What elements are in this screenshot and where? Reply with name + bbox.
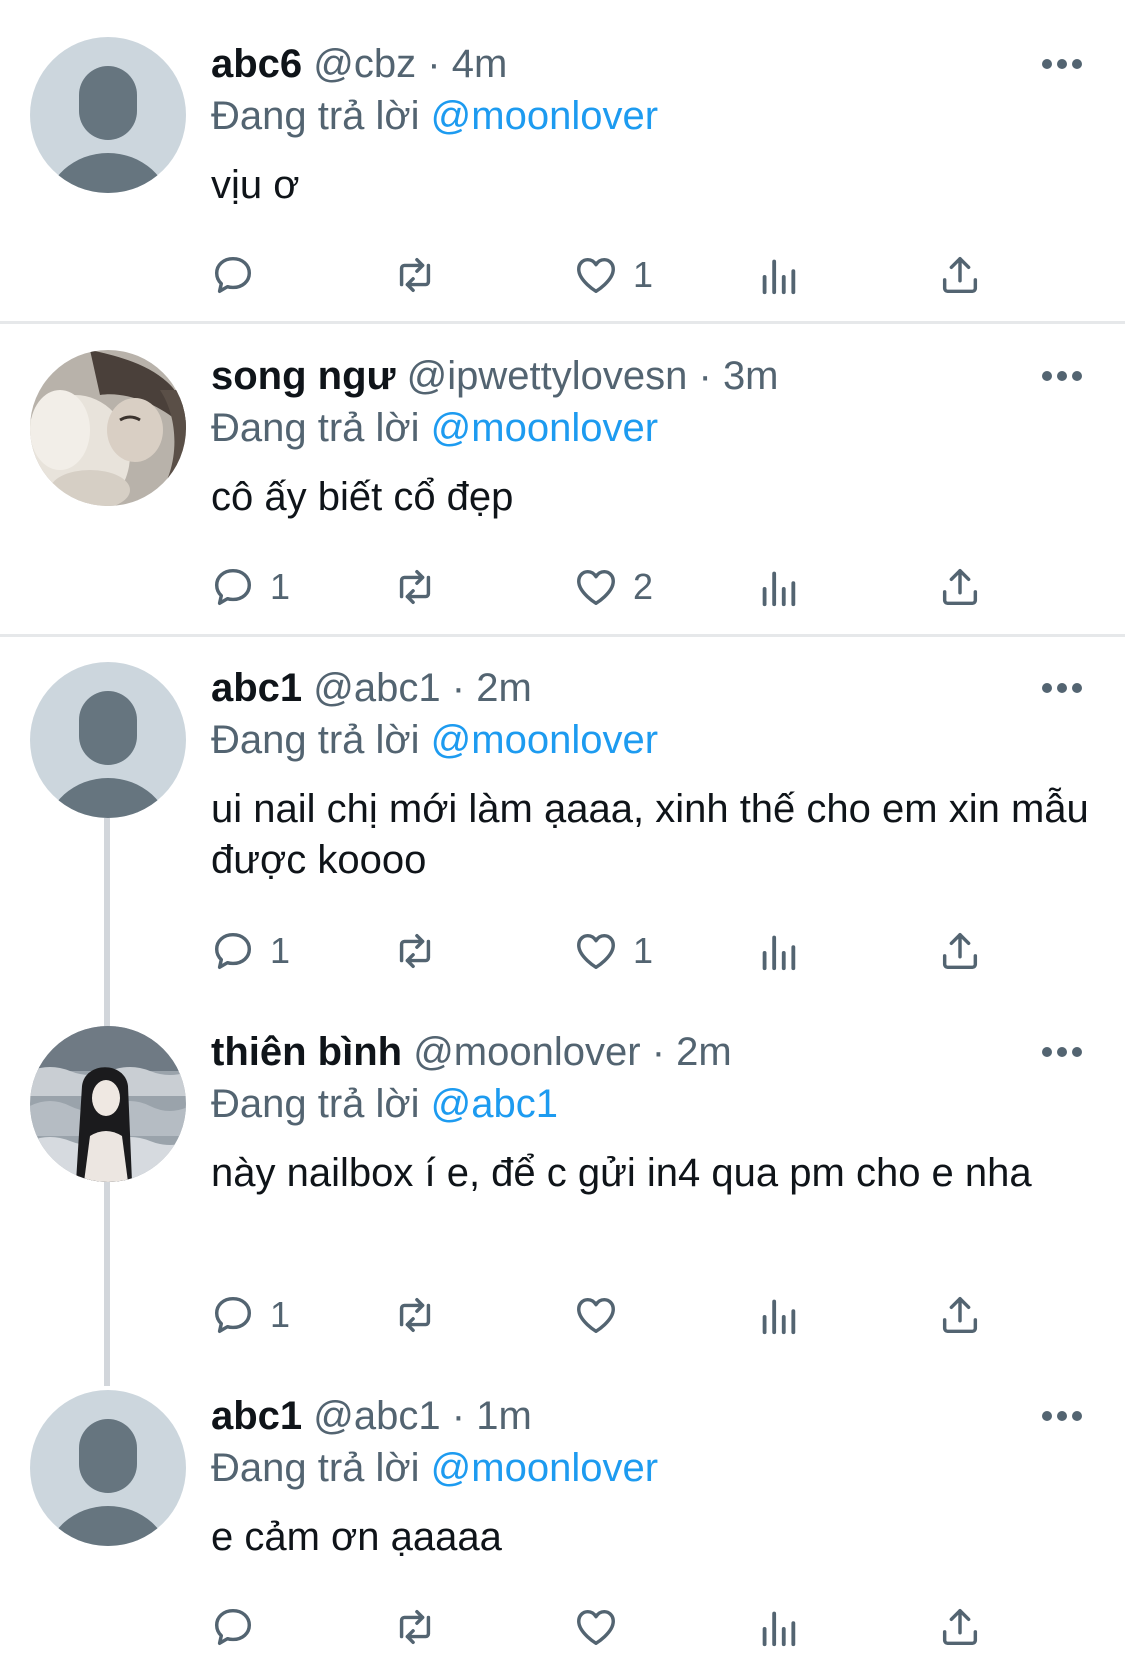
- username-handle[interactable]: @abc1: [313, 666, 440, 710]
- reply-count: 1: [270, 930, 291, 971]
- like-count: 1: [633, 930, 654, 971]
- replying-to: Đang trả lời @moonlover: [211, 400, 658, 456]
- retweet-icon: [399, 1609, 431, 1645]
- avatar[interactable]: [30, 662, 186, 818]
- replying-to: Đang trả lời @moonlover: [211, 88, 658, 144]
- separator-dot: ·: [451, 666, 466, 710]
- tweet-header: abc1 @abc1 · 2m: [211, 660, 532, 716]
- tweet-header: abc1 @abc1 · 1m: [211, 1388, 532, 1444]
- analytics-icon: [762, 259, 796, 295]
- tweet-header: thiên bình @moonlover · 2m: [211, 1024, 732, 1080]
- tweet-text: cô ấy biết cổ đẹp: [211, 475, 514, 519]
- avatar[interactable]: [30, 37, 186, 193]
- retweet-icon: [399, 1297, 431, 1333]
- heart-icon: [577, 569, 615, 606]
- more-options-button[interactable]: [1042, 1409, 1082, 1423]
- reply-count: 1: [270, 1294, 291, 1335]
- reply-icon: [214, 932, 252, 970]
- avatar[interactable]: [30, 1390, 186, 1546]
- mention-link[interactable]: @abc1: [431, 1082, 558, 1126]
- replying-to: Đang trả lời @moonlover: [211, 712, 658, 768]
- reply-icon: [214, 1296, 252, 1334]
- like-count: 1: [633, 254, 654, 295]
- retweet-icon: [399, 933, 431, 969]
- analytics-icon: [762, 935, 796, 971]
- share-icon: [942, 932, 978, 970]
- replying-to-label: Đang trả lời: [211, 1082, 420, 1126]
- heart-icon: [577, 933, 615, 970]
- display-name[interactable]: abc6: [211, 42, 302, 86]
- more-options-button[interactable]: [1042, 369, 1082, 383]
- default-avatar-icon: [30, 37, 186, 193]
- more-options-button[interactable]: [1042, 57, 1082, 71]
- reply-icon: [214, 256, 252, 294]
- tweet-separator: [0, 321, 1125, 324]
- replying-to: Đang trả lời @abc1: [211, 1076, 558, 1132]
- avatar[interactable]: [30, 1026, 186, 1182]
- tweet-text: vịu ơ: [211, 163, 300, 207]
- username-handle[interactable]: @ipwettylovesn: [407, 354, 688, 398]
- timestamp[interactable]: 2m: [676, 1030, 732, 1074]
- display-name[interactable]: song ngư: [211, 354, 396, 398]
- display-name[interactable]: abc1: [211, 666, 302, 710]
- mention-link[interactable]: @moonlover: [431, 1446, 658, 1490]
- timestamp[interactable]: 3m: [723, 354, 779, 398]
- share-icon: [942, 1608, 978, 1646]
- replying-to-label: Đang trả lời: [211, 1446, 420, 1490]
- default-avatar-icon: [30, 662, 186, 818]
- tweet-header: abc6 @cbz · 4m: [211, 36, 507, 92]
- action-bar: [210, 1596, 1010, 1656]
- like-count: 2: [633, 566, 654, 607]
- tweet-text: ui nail chị mới làm ạaaa, xinh thế cho e…: [211, 787, 1089, 882]
- mention-link[interactable]: @moonlover: [431, 406, 658, 450]
- heart-icon: [577, 257, 615, 294]
- timestamp[interactable]: 4m: [452, 42, 508, 86]
- more-options-button[interactable]: [1042, 681, 1082, 695]
- action-bar: 1: [210, 1284, 1010, 1344]
- tweet-text: e cảm ơn ạaaaa: [211, 1515, 502, 1559]
- heart-icon: [577, 1609, 615, 1646]
- username-handle[interactable]: @cbz: [313, 42, 416, 86]
- share-icon: [942, 568, 978, 606]
- tweet-text: này nailbox í e, để c gửi in4 qua pm cho…: [211, 1151, 1032, 1195]
- default-avatar-icon: [30, 1390, 186, 1546]
- replying-to-label: Đang trả lời: [211, 406, 420, 450]
- reply-count: 1: [270, 566, 291, 607]
- tweet-separator: [0, 634, 1125, 637]
- photo-avatar-icon: [30, 1026, 186, 1182]
- action-bar: 1 2: [210, 556, 1010, 616]
- separator-dot: ·: [698, 354, 712, 398]
- reply-icon: [214, 568, 252, 606]
- retweet-icon: [399, 257, 431, 293]
- separator-dot: ·: [451, 1394, 466, 1438]
- replying-to-label: Đang trả lời: [211, 718, 420, 762]
- heart-icon: [577, 1297, 615, 1334]
- analytics-icon: [762, 571, 796, 607]
- replying-to-label: Đang trả lời: [211, 94, 420, 138]
- action-bar: 1 1: [210, 920, 1010, 980]
- mention-link[interactable]: @moonlover: [431, 718, 658, 762]
- timestamp[interactable]: 2m: [476, 666, 532, 710]
- replying-to: Đang trả lời @moonlover: [211, 1440, 658, 1496]
- tweet-header: song ngư @ipwettylovesn · 3m: [211, 348, 779, 404]
- analytics-icon: [762, 1611, 796, 1647]
- retweet-icon: [399, 569, 431, 605]
- photo-avatar-icon: [30, 350, 186, 506]
- separator-dot: ·: [651, 1030, 666, 1074]
- display-name[interactable]: abc1: [211, 1394, 302, 1438]
- username-handle[interactable]: @moonlover: [413, 1030, 640, 1074]
- action-bar: 1: [210, 244, 1010, 304]
- share-icon: [942, 1296, 978, 1334]
- analytics-icon: [762, 1299, 796, 1335]
- share-icon: [942, 256, 978, 294]
- more-options-button[interactable]: [1042, 1045, 1082, 1059]
- mention-link[interactable]: @moonlover: [431, 94, 658, 138]
- separator-dot: ·: [427, 42, 441, 86]
- display-name[interactable]: thiên bình: [211, 1030, 402, 1074]
- avatar[interactable]: [30, 350, 186, 506]
- timestamp[interactable]: 1m: [476, 1394, 532, 1438]
- reply-icon: [214, 1608, 252, 1646]
- username-handle[interactable]: @abc1: [313, 1394, 440, 1438]
